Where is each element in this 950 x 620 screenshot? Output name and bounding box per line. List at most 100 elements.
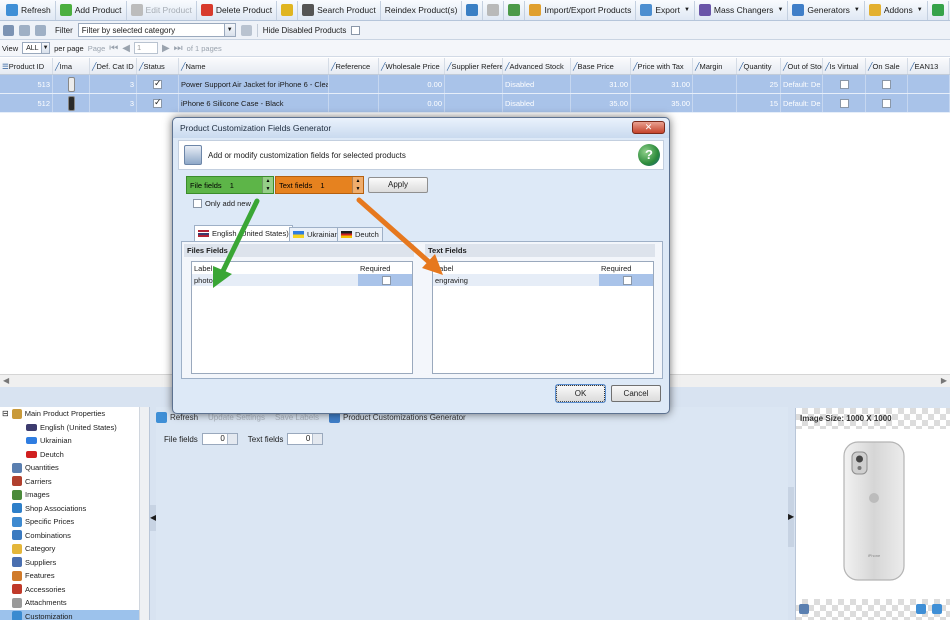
cell-reference[interactable] <box>329 94 379 112</box>
tree-item-suppliers[interactable]: Suppliers <box>0 556 149 570</box>
text-field-label-cell[interactable]: engraving <box>433 276 599 285</box>
column-header[interactable]: ╱ Price with Tax <box>631 58 693 74</box>
edit-product-button[interactable]: Edit Product <box>127 0 197 20</box>
chevron-down-icon[interactable]: ▼ <box>917 7 923 13</box>
delete-product-button[interactable]: Delete Product <box>197 0 278 20</box>
column-header[interactable]: ╱ EAN13 <box>908 58 950 74</box>
cell-supplier-ref[interactable] <box>445 75 503 93</box>
column-header[interactable]: ╱ Base Price <box>571 58 631 74</box>
column-header[interactable]: ╱ Status <box>137 58 179 74</box>
text-required-cell[interactable] <box>599 274 653 286</box>
tab-deutch[interactable]: Deutch <box>337 227 383 241</box>
chevron-down-icon[interactable]: ▼ <box>777 7 783 13</box>
clear-filter-icon[interactable] <box>240 24 252 36</box>
chevron-down-icon[interactable]: ▼ <box>854 7 860 13</box>
bulb-button[interactable] <box>277 0 299 20</box>
last-page-icon[interactable]: ⏭ <box>174 43 183 54</box>
cell-img[interactable] <box>53 94 90 112</box>
column-header[interactable]: ╱ Margin <box>693 58 737 74</box>
list-item[interactable]: engraving <box>433 274 653 286</box>
chevron-down-icon[interactable]: ▼ <box>41 43 50 53</box>
tree-scrollbar[interactable] <box>139 407 149 620</box>
sale-checkbox[interactable] <box>882 79 891 89</box>
tree-item-images[interactable]: Images <box>0 488 149 502</box>
prev-page-icon[interactable]: ◀ <box>122 43 130 54</box>
reindex-product-s-button[interactable]: Reindex Product(s) <box>381 0 463 20</box>
chevron-down-icon[interactable]: ▼ <box>684 7 690 13</box>
list-item[interactable]: photo <box>192 274 412 286</box>
cell-qty[interactable]: 25 <box>737 75 781 93</box>
cell-img[interactable] <box>53 75 90 93</box>
tree-item-english-united-states[interactable]: English (United States) <box>0 421 149 435</box>
column-header[interactable]: ╱ On Sale <box>866 58 908 74</box>
collapse-icon[interactable]: ⊟ <box>2 409 9 418</box>
tree-item-combinations[interactable]: Combinations <box>0 529 149 543</box>
cell-reference[interactable] <box>329 75 379 93</box>
cell-id[interactable]: 512 <box>0 94 53 112</box>
hide-disabled-checkbox[interactable] <box>351 25 361 35</box>
column-header[interactable]: ╱ Supplier Reference <box>445 58 503 74</box>
cell-wholesale[interactable]: 0.00 <box>379 94 445 112</box>
sort-desc-icon[interactable] <box>35 24 46 36</box>
addons-button[interactable]: Addons ▼ <box>865 0 928 20</box>
mass-changers-button[interactable]: Mass Changers ▼ <box>695 0 789 20</box>
text-required-checkbox[interactable] <box>622 275 632 285</box>
clone-button[interactable] <box>504 0 526 20</box>
tab-english[interactable]: English (United States) <box>194 225 293 241</box>
cell-id[interactable]: 513 <box>0 75 53 93</box>
cell-tax[interactable]: 31.00 <box>631 75 693 93</box>
cell-qty[interactable]: 15 <box>737 94 781 112</box>
cell-ean[interactable] <box>908 75 950 93</box>
import-export-products-button[interactable]: Import/Export Products <box>525 0 637 20</box>
table-row[interactable]: 513 3 Power Support Air Jacket for iPhone … <box>0 75 950 94</box>
page-input[interactable]: 1 <box>133 42 158 54</box>
view-select[interactable]: ALL ▼ <box>22 42 51 54</box>
tree-item-attachments[interactable]: Attachments <box>0 596 149 610</box>
cell-cat[interactable]: 3 <box>90 94 137 112</box>
spinner-arrows-icon[interactable]: ▲ ▼ <box>262 177 273 193</box>
fit-icon[interactable] <box>932 604 942 614</box>
ok-button[interactable]: OK <box>555 384 606 403</box>
file-field-label-cell[interactable]: photo <box>192 276 358 285</box>
panel-file-fields-spinner[interactable]: 0 <box>201 433 238 445</box>
cell-base[interactable]: 31.00 <box>571 75 631 93</box>
cell-margin[interactable] <box>693 94 737 112</box>
generators-button[interactable]: Generators ▼ <box>788 0 865 20</box>
copy-button[interactable] <box>462 0 484 20</box>
sale-checkbox[interactable] <box>882 98 891 108</box>
cell-virtual[interactable] <box>823 94 866 112</box>
column-header[interactable]: ╱ Def. Cat ID <box>90 58 137 74</box>
splitter-handle-right[interactable]: ▶ <box>788 487 794 547</box>
cell-margin[interactable] <box>693 75 737 93</box>
tree-item-customization[interactable]: Customization <box>0 609 149 620</box>
cell-name[interactable]: Power Support Air Jacket for iPhone 6 - … <box>179 75 329 93</box>
grid-view-icon[interactable] <box>3 24 14 36</box>
help-icon[interactable]: ? <box>638 144 660 166</box>
column-header[interactable]: ╱ Is Virtual <box>823 58 866 74</box>
add-product-button[interactable]: Add Product <box>56 0 127 20</box>
virtual-checkbox[interactable] <box>839 98 849 108</box>
cell-name[interactable]: iPhone 6 Silicone Case - Black <box>179 94 329 112</box>
status-checkbox[interactable] <box>153 78 162 89</box>
panel-button[interactable] <box>928 0 949 20</box>
first-page-icon[interactable]: ⏮ <box>109 43 118 54</box>
scroll-left-icon[interactable]: ◀ <box>3 376 9 385</box>
table-row[interactable]: 512 3 iPhone 6 Silicone Case - Black 0.00 Di… <box>0 94 950 113</box>
tree-item-deutch[interactable]: Deutch <box>0 448 149 462</box>
cell-ean[interactable] <box>908 94 950 112</box>
cell-cat[interactable]: 3 <box>90 75 137 93</box>
cell-base[interactable]: 35.00 <box>571 94 631 112</box>
next-page-icon[interactable]: ▶ <box>162 43 170 54</box>
cell-sale[interactable] <box>866 75 908 93</box>
cell-status[interactable] <box>137 94 179 112</box>
cell-sale[interactable] <box>866 94 908 112</box>
tree-item-carriers[interactable]: Carriers <box>0 475 149 489</box>
file-required-cell[interactable] <box>358 274 412 286</box>
cell-supplier-ref[interactable] <box>445 94 503 112</box>
only-add-new-option[interactable]: Only add new <box>193 199 251 208</box>
scroll-right-icon[interactable]: ▶ <box>941 376 947 385</box>
tree-item-quantities[interactable]: Quantities <box>0 461 149 475</box>
zoom-icon[interactable] <box>799 604 809 614</box>
column-header[interactable]: ╱ Name <box>179 58 329 74</box>
tree-item-main-product-properties[interactable]: ⊟ Main Product Properties <box>0 407 149 421</box>
